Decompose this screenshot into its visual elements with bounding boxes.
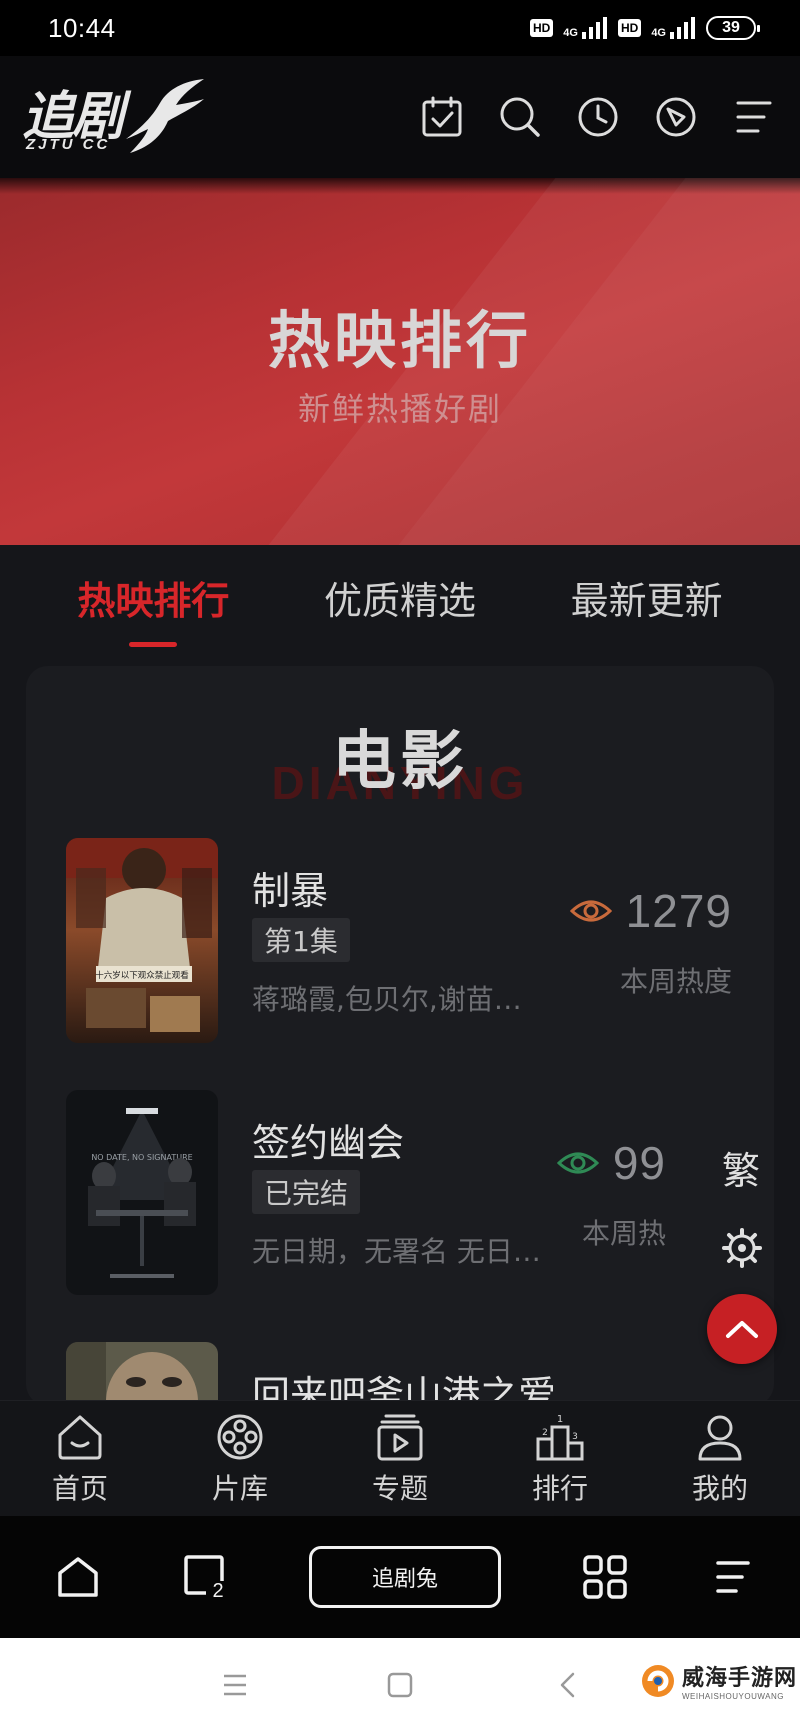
network-type-label: 4G <box>563 27 578 39</box>
watermark-logo: 威海手游网 WEIHAISHOUYOUWANG <box>640 1660 797 1701</box>
episode-badge: 第1集 <box>252 918 350 962</box>
ranking-card: DIANYING 电影 十六岁以下观众禁止观看 制暴 第1集 蒋璐霞,包贝尔,谢… <box>26 666 774 1406</box>
tab-hot-ranking[interactable]: 热映排行 <box>73 570 233 647</box>
svg-text:2: 2 <box>542 1428 548 1438</box>
nav-label: 首页 <box>51 1471 108 1505</box>
battery-indicator: 39 <box>706 16 760 40</box>
poster-image: 十六岁以下观众禁止观看 <box>66 838 218 1043</box>
bottom-navigation: 首页 片库 专题 1 2 3 排行 我的 <box>0 1400 800 1516</box>
film-reel-icon <box>217 1414 263 1459</box>
grid-apps-icon[interactable] <box>581 1553 629 1601</box>
menu-icon[interactable] <box>732 95 776 139</box>
nav-label: 排行 <box>531 1471 588 1505</box>
recent-apps-icon[interactable] <box>220 1670 250 1700</box>
item-title: 制暴 <box>252 869 329 913</box>
status-bar: 10:44 HD 4G HD 4G 39 <box>0 0 800 56</box>
settings-gear-icon[interactable] <box>722 1228 762 1268</box>
clock-icon[interactable] <box>576 95 620 139</box>
list-item[interactable]: 回来吧釜山港之爱 <box>66 1342 746 1406</box>
browser-menu-icon[interactable] <box>708 1553 756 1601</box>
browser-address-button[interactable]: 追剧兔 <box>309 1546 501 1608</box>
tab-quality-picks[interactable]: 优质精选 <box>320 570 480 625</box>
views-number: 1279 <box>625 885 732 937</box>
signal-icon-2 <box>670 17 695 39</box>
tab-label: 最新更新 <box>570 578 723 623</box>
nav-label: 专题 <box>371 1471 428 1505</box>
traditional-chinese-toggle[interactable]: 繁 <box>722 1140 760 1195</box>
nav-home[interactable]: 首页 <box>20 1411 140 1507</box>
browser-home-icon[interactable] <box>54 1553 102 1601</box>
views-count: 99 <box>556 1136 666 1190</box>
active-tab-indicator <box>129 641 178 647</box>
hd-badge-2: HD <box>617 19 642 37</box>
search-icon[interactable] <box>498 95 542 139</box>
item-cast: 无日期，无署名 无日… <box>252 1235 541 1268</box>
hd-badge: HD <box>529 19 554 37</box>
item-title: 签约幽会 <box>252 1121 405 1165</box>
back-arrow-icon[interactable] <box>553 1670 583 1700</box>
tabs-count: 2 <box>212 1580 223 1601</box>
nav-label: 片库 <box>211 1471 268 1505</box>
section-header: DIANYING 电影 <box>26 666 774 809</box>
poster-art: 十六岁以下观众禁止观看 <box>66 838 218 1043</box>
nav-ranking[interactable]: 1 2 3 排行 <box>500 1411 620 1507</box>
status-badge: 已完结 <box>252 1170 361 1214</box>
svg-text:1: 1 <box>557 1414 563 1425</box>
topic-play-icon <box>377 1414 423 1460</box>
watermark-sub: WEIHAISHOUYOUWANG <box>682 1692 784 1701</box>
list-item[interactable]: NO DATE, NO SIGNATURE 签约幽会 已完结 无日期，无署名 无… <box>66 1090 746 1300</box>
network-type-label-2: 4G <box>651 27 666 39</box>
podium-icon: 1 2 3 <box>536 1414 584 1460</box>
poster-art: NO DATE, NO SIGNATURE <box>66 1090 218 1295</box>
nav-topics[interactable]: 专题 <box>340 1411 460 1507</box>
poster-image <box>66 1342 218 1406</box>
home-square-icon[interactable] <box>385 1670 415 1700</box>
compass-icon[interactable] <box>654 95 698 139</box>
tab-label: 优质精选 <box>323 578 476 623</box>
tab-latest-updates[interactable]: 最新更新 <box>567 570 727 625</box>
header-actions <box>420 95 776 139</box>
home-icon <box>58 1415 102 1459</box>
list-item[interactable]: 十六岁以下观众禁止观看 制暴 第1集 蒋璐霞,包贝尔,谢苗… 1279 本周热度 <box>66 838 746 1048</box>
browser-toolbar: 2 追剧兔 <box>0 1516 800 1638</box>
hero-banner: 热映排行 新鲜热播好剧 <box>0 178 800 545</box>
status-time: 10:44 <box>48 12 116 43</box>
eye-icon <box>556 1152 599 1174</box>
app-header: 追剧 ZJTU CC <box>0 56 800 178</box>
status-indicators: HD 4G HD 4G 39 <box>529 16 760 40</box>
signal-icon <box>581 17 607 39</box>
system-navigation-bar: 威海手游网 WEIHAISHOUYOUWANG <box>0 1638 800 1733</box>
watermark-text: 威海手游网 WEIHAISHOUYOUWANG <box>682 1660 797 1701</box>
app-logo[interactable]: 追剧 ZJTU CC <box>22 72 206 162</box>
nav-library[interactable]: 片库 <box>180 1411 300 1507</box>
calendar-check-icon[interactable] <box>420 95 464 139</box>
poster-art <box>66 1342 218 1406</box>
nav-profile[interactable]: 我的 <box>660 1411 780 1507</box>
nav-label: 我的 <box>691 1471 748 1505</box>
views-number: 99 <box>612 1137 666 1189</box>
back-to-top-button[interactable] <box>707 1294 777 1364</box>
views-label: 本周热 <box>581 1217 666 1250</box>
svg-text:3: 3 <box>572 1432 578 1442</box>
logo-subtext: ZJTU CC <box>26 136 111 153</box>
rabbit-logo-icon <box>126 79 205 153</box>
views-label: 本周热度 <box>619 965 732 998</box>
banner-title: 热映排行 <box>267 304 532 377</box>
category-tabs: 热映排行 优质精选 最新更新 <box>0 545 800 649</box>
views-count: 1279 <box>569 884 732 938</box>
section-title: 电影 <box>332 725 468 799</box>
browser-tabs-icon[interactable]: 2 <box>182 1553 230 1601</box>
watermark-icon <box>642 1664 674 1697</box>
watermark-main: 威海手游网 <box>682 1666 798 1691</box>
poster-image: NO DATE, NO SIGNATURE <box>66 1090 218 1295</box>
item-cast: 蒋璐霞,包贝尔,谢苗… <box>252 983 522 1016</box>
banner-subtitle: 新鲜热播好剧 <box>297 390 502 428</box>
poster-caption: 十六岁以下观众禁止观看 <box>95 970 189 981</box>
user-icon <box>698 1415 742 1460</box>
eye-icon <box>569 900 612 922</box>
chevron-up-icon <box>726 1321 758 1338</box>
tab-label: 热映排行 <box>77 578 230 623</box>
